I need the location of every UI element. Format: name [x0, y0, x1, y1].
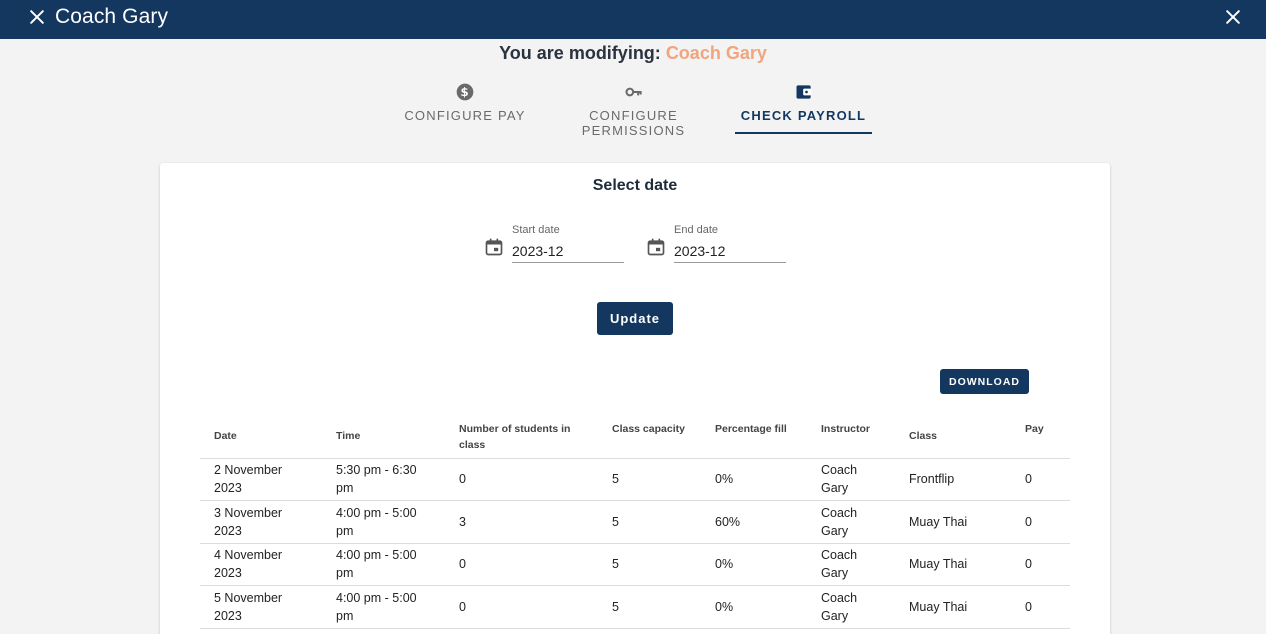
tab-configure-pay[interactable]: $ CONFIGURE PAY — [403, 82, 527, 134]
table-cell: 5 November 2023 — [200, 585, 322, 629]
start-date-input[interactable] — [512, 239, 624, 263]
end-date-input[interactable] — [674, 239, 786, 263]
column-header: Instructor — [807, 415, 895, 459]
select-date-heading: Select date — [592, 177, 678, 194]
column-header: Class capacity — [598, 415, 701, 459]
table-cell: 4 November 2023 — [200, 543, 322, 586]
table-cell: 5 — [598, 543, 701, 586]
table-cell: Muay Thai — [895, 585, 1011, 629]
payroll-card: Select date Start date End date Update D… — [160, 163, 1110, 634]
table-cell: 0 — [445, 585, 598, 629]
close-dialog-icon[interactable] — [1223, 7, 1243, 27]
table-cell: Muay Thai — [895, 500, 1011, 544]
table-cell: 4:00 pm - 5:00 pm — [322, 585, 445, 629]
table-cell: 3 — [445, 500, 598, 544]
tab-label: CHECK PAYROLL — [740, 108, 867, 123]
column-header: Percentage fill — [701, 415, 807, 459]
table-cell: 0 — [445, 543, 598, 586]
tab-configure-permissions[interactable]: CONFIGURE PERMISSIONS — [537, 82, 730, 138]
start-date-field: Start date — [484, 223, 624, 263]
table-cell: 0 — [1011, 543, 1070, 586]
table-cell: 0% — [701, 543, 807, 586]
top-bar: Coach Gary — [0, 0, 1266, 39]
start-date-label: Start date — [512, 224, 560, 236]
table-row: 2 November 2023 5:30 pm - 6:30 pm 0 5 0%… — [200, 458, 1070, 501]
modifying-prefix: You are modifying: — [499, 43, 661, 63]
table-cell: 5 — [598, 458, 701, 501]
table-cell: 0 — [445, 458, 598, 501]
table-cell: 60% — [701, 500, 807, 544]
table-cell: Frontflip — [895, 458, 1011, 501]
close-icon[interactable] — [27, 7, 47, 27]
column-header: Class — [895, 415, 1011, 459]
table-cell: Coach Gary — [807, 500, 895, 544]
key-icon — [625, 87, 642, 97]
table-cell: Coach Gary — [807, 543, 895, 586]
wallet-icon — [796, 85, 811, 99]
column-header: Time — [322, 415, 445, 459]
table-cell: 0 — [1011, 500, 1070, 544]
payroll-table: Date Time Number of students in class Cl… — [200, 415, 1070, 629]
table-row: 5 November 2023 4:00 pm - 5:00 pm 0 5 0%… — [200, 585, 1070, 629]
column-header: Number of students in class — [445, 415, 598, 459]
table-cell: 4:00 pm - 5:00 pm — [322, 500, 445, 544]
svg-text:$: $ — [460, 85, 469, 99]
table-cell: 5 — [598, 585, 701, 629]
table-cell: Coach Gary — [807, 458, 895, 501]
table-cell: 0% — [701, 585, 807, 629]
table-row: 4 November 2023 4:00 pm - 5:00 pm 0 5 0%… — [200, 543, 1070, 586]
tab-label: CONFIGURE PERMISSIONS — [581, 108, 686, 138]
column-header: Pay — [1011, 415, 1070, 459]
update-button[interactable]: Update — [597, 302, 673, 335]
table-cell: 5 — [598, 500, 701, 544]
modifying-name: Coach Gary — [665, 43, 767, 63]
end-date-label: End date — [674, 224, 719, 236]
table-cell: Coach Gary — [807, 585, 895, 629]
column-header: Date — [200, 415, 322, 459]
table-cell: 2 November 2023 — [200, 458, 322, 501]
tab-label: CONFIGURE PAY — [404, 108, 526, 123]
calendar-icon[interactable] — [646, 237, 666, 257]
download-button[interactable]: DOWNLOAD — [940, 369, 1029, 394]
table-cell: 0 — [1011, 458, 1070, 501]
table-cell: Muay Thai — [895, 543, 1011, 586]
table-cell: 0% — [701, 458, 807, 501]
calendar-icon[interactable] — [484, 237, 504, 257]
modifying-caption: You are modifying: Coach Gary — [0, 43, 1266, 64]
end-date-field: End date — [646, 223, 786, 263]
table-cell: 4:00 pm - 5:00 pm — [322, 543, 445, 586]
table-row: 3 November 2023 4:00 pm - 5:00 pm 3 5 60… — [200, 500, 1070, 544]
dollar-circle-icon: $ — [456, 83, 474, 101]
table-cell: 3 November 2023 — [200, 500, 322, 544]
table-header-row: Date Time Number of students in class Cl… — [200, 415, 1070, 459]
table-cell: 0 — [1011, 585, 1070, 629]
table-cell: 5:30 pm - 6:30 pm — [322, 458, 445, 501]
dialog-title: Coach Gary — [55, 5, 169, 28]
tab-check-payroll[interactable]: CHECK PAYROLL — [735, 82, 872, 134]
